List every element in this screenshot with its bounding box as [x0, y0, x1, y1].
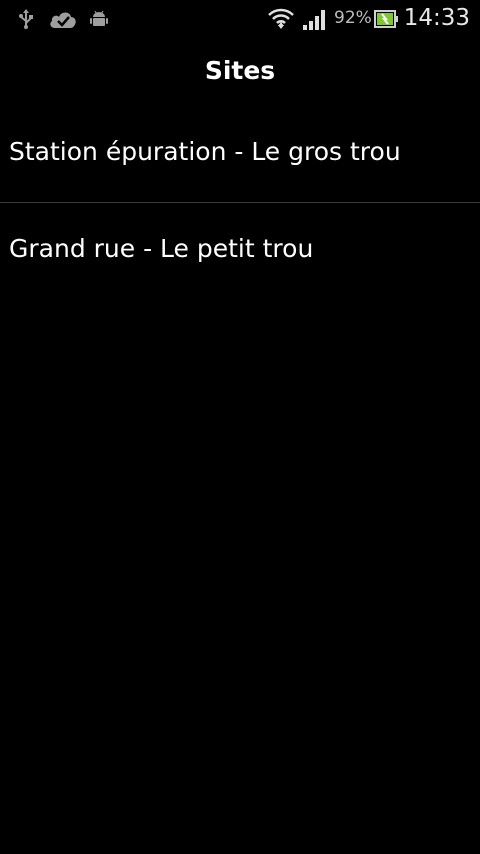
status-bar: 92% 14:33: [0, 0, 480, 38]
clock: 14:33: [403, 5, 470, 31]
sites-list: Station épuration - Le gros trou Grand r…: [0, 106, 480, 299]
android-debug-icon: [90, 10, 108, 28]
battery-icon: [374, 10, 398, 28]
page-title: Sites: [204, 56, 276, 85]
list-item-label: Station épuration - Le gros trou: [9, 137, 401, 166]
list-item-label: Grand rue - Le petit trou: [9, 234, 314, 263]
list-item[interactable]: Station épuration - Le gros trou: [0, 106, 480, 202]
wifi-icon: [267, 6, 295, 30]
signal-icon: [303, 10, 327, 30]
cloud-check-icon: [49, 9, 77, 29]
battery-percentage: 92%: [334, 8, 372, 28]
usb-icon: [18, 9, 34, 29]
list-item[interactable]: Grand rue - Le petit trou: [0, 203, 480, 299]
